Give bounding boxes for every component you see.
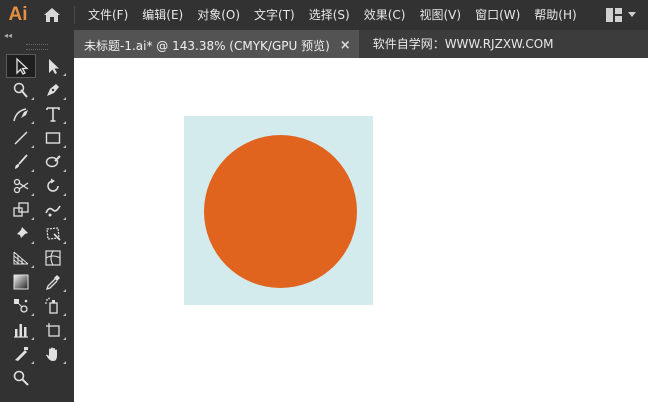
shaper-tool[interactable] xyxy=(38,150,68,174)
scale-tool[interactable] xyxy=(6,198,36,222)
column-graph-tool[interactable] xyxy=(6,318,36,342)
mesh-tool[interactable] xyxy=(38,246,68,270)
warp-icon xyxy=(45,205,61,217)
direct-selection-tool[interactable] xyxy=(38,54,68,78)
perspective-grid-icon xyxy=(13,251,29,265)
app-logo[interactable]: Ai xyxy=(0,0,36,30)
panel-grip[interactable] xyxy=(26,44,48,50)
menu-type[interactable]: 文字(T) xyxy=(247,0,302,30)
perspective-grid-tool[interactable] xyxy=(6,246,36,270)
menu-edit[interactable]: 编辑(E) xyxy=(135,0,190,30)
scissors-tool[interactable] xyxy=(6,174,36,198)
workspace-grid-icon xyxy=(606,8,622,22)
paintbrush-tool[interactable] xyxy=(6,150,36,174)
symbol-sprayer-icon xyxy=(45,297,58,314)
menu-separator xyxy=(74,6,75,24)
selection-tool[interactable] xyxy=(6,54,36,78)
rotate-tool[interactable] xyxy=(38,174,68,198)
blend-icon xyxy=(14,299,28,313)
eyedropper-icon xyxy=(45,275,60,291)
chevron-down-icon xyxy=(628,12,636,17)
direct-selection-arrow-icon xyxy=(49,59,59,74)
menu-window[interactable]: 窗口(W) xyxy=(468,0,527,30)
slice-tool[interactable] xyxy=(6,342,36,366)
menu-view[interactable]: 视图(V) xyxy=(412,0,468,30)
orange-circle[interactable] xyxy=(204,135,357,288)
magnifier-icon xyxy=(13,370,29,386)
type-tool[interactable] xyxy=(38,102,68,126)
rotate-icon xyxy=(47,178,59,192)
symbol-sprayer-tool[interactable] xyxy=(38,294,68,318)
home-button[interactable] xyxy=(36,0,68,30)
scissors-icon xyxy=(13,178,29,194)
curvature-pen-icon xyxy=(13,108,28,122)
free-transform-icon xyxy=(46,227,61,241)
collapse-panel-button[interactable]: ◂◂ xyxy=(0,30,74,42)
menu-select[interactable]: 选择(S) xyxy=(302,0,357,30)
blend-tool[interactable] xyxy=(6,294,36,318)
artboard-tool[interactable] xyxy=(38,318,68,342)
line-segment-icon xyxy=(14,131,28,145)
menu-effect[interactable]: 效果(C) xyxy=(357,0,413,30)
document-tab-bar: 未标题-1.ai* @ 143.38% (CMYK/GPU 预览) × 软件自学… xyxy=(74,30,648,58)
rectangle-icon xyxy=(45,132,61,144)
gradient-tool[interactable] xyxy=(6,270,36,294)
tools-panel: ◂◂ xyxy=(0,30,74,402)
paintbrush-icon xyxy=(15,154,28,169)
warp-tool[interactable] xyxy=(38,198,68,222)
menu-help[interactable]: 帮助(H) xyxy=(527,0,583,30)
rectangle-tool[interactable] xyxy=(38,126,68,150)
type-t-icon xyxy=(46,107,60,122)
mesh-icon xyxy=(45,250,61,266)
tools-grid xyxy=(0,54,74,390)
magic-wand-tool[interactable] xyxy=(6,78,36,102)
artboard-canvas[interactable] xyxy=(74,58,648,402)
scale-icon xyxy=(13,202,29,217)
menu-bar: Ai 文件(F) 编辑(E) 对象(O) 文字(T) 选择(S) 效果(C) 视… xyxy=(0,0,648,30)
artboard-icon xyxy=(46,323,60,337)
line-segment-tool[interactable] xyxy=(6,126,36,150)
pushpin-icon xyxy=(15,227,28,240)
bar-graph-icon xyxy=(14,324,28,338)
close-icon[interactable]: × xyxy=(340,38,351,53)
curvature-tool[interactable] xyxy=(6,102,36,126)
hand-icon xyxy=(46,347,57,361)
free-transform-tool[interactable] xyxy=(38,222,68,246)
menu-file[interactable]: 文件(F) xyxy=(81,0,135,30)
tab-document-title: 未标题-1.ai* @ 143.38% (CMYK/GPU 预览) xyxy=(84,38,330,53)
workspace-switcher[interactable] xyxy=(594,0,648,30)
zoom-tool[interactable] xyxy=(6,366,36,390)
hand-tool[interactable] xyxy=(38,342,68,366)
watermark-text: 软件自学网：WWW.RJZXW.COM xyxy=(372,37,554,51)
gradient-icon xyxy=(13,274,29,290)
pen-tool[interactable] xyxy=(38,78,68,102)
magic-wand-icon xyxy=(13,82,28,98)
selection-arrow-icon xyxy=(16,57,29,75)
pen-nib-icon xyxy=(47,84,59,96)
eyedropper-tool[interactable] xyxy=(38,270,68,294)
slice-knife-icon xyxy=(15,347,28,361)
puppet-warp-tool[interactable] xyxy=(6,222,36,246)
tab-document[interactable]: 未标题-1.ai* @ 143.38% (CMYK/GPU 预览) × xyxy=(74,30,359,58)
home-icon xyxy=(44,8,60,22)
shaper-pencil-icon xyxy=(45,155,61,168)
menu-object[interactable]: 对象(O) xyxy=(190,0,247,30)
